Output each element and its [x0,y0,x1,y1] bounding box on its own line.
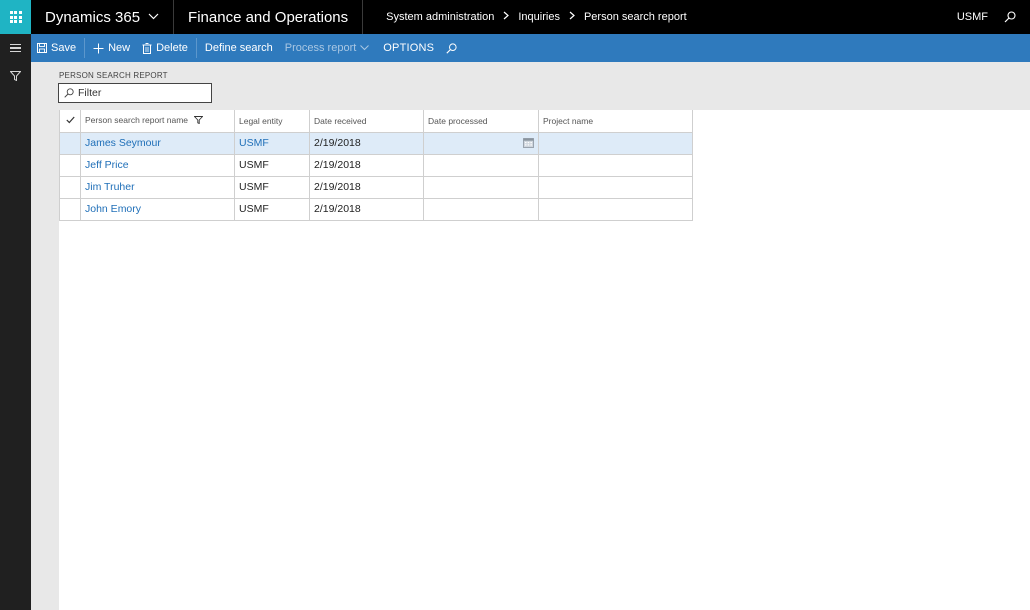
action-pane: Save New Delete Define search Process re… [31,34,1030,62]
app-name: Finance and Operations [174,0,364,34]
divider [84,38,86,58]
action-search-button[interactable] [440,34,463,62]
process-report-menu[interactable]: Process report [279,34,376,62]
trash-icon [142,42,152,54]
project-name-cell[interactable] [538,175,693,199]
select-all-checkbox[interactable] [59,110,81,133]
dynamics-365-menu[interactable]: Dynamics 365 [31,0,175,34]
left-margin [31,62,59,610]
chevron-down-icon [360,45,370,51]
date-received-cell[interactable]: 2/19/2018 [309,197,424,221]
table-row[interactable]: John Emory USMF 2/19/2018 [59,197,693,221]
legal-entity-cell[interactable]: USMF [234,175,310,199]
breadcrumb-item-system-administration[interactable]: System administration [386,11,494,23]
person-name-link[interactable]: John Emory [80,197,235,221]
person-name-link[interactable]: Jim Truher [80,175,235,199]
breadcrumb: System administration Inquiries Person s… [363,11,687,23]
project-name-cell[interactable] [538,153,693,177]
chevron-down-icon [148,11,159,23]
date-received-cell[interactable]: 2/19/2018 [309,175,424,199]
filter-icon[interactable] [0,62,31,90]
filter-input[interactable] [78,87,198,99]
top-nav-bar: Dynamics 365 Finance and Operations Syst… [0,0,1030,34]
legal-entity-link[interactable]: USMF [234,131,310,155]
table-row[interactable]: Jeff Price USMF 2/19/2018 [59,153,693,177]
new-button[interactable]: New [87,34,136,62]
save-button[interactable]: Save [31,34,82,62]
chevron-right-icon [569,11,575,23]
table-row[interactable]: Jim Truher USMF 2/19/2018 [59,175,693,199]
waffle-icon [9,11,22,23]
date-processed-field[interactable] [423,131,539,155]
column-header-legal-entity[interactable]: Legal entity [234,110,310,133]
row-select-checkbox[interactable] [59,131,81,155]
row-select-checkbox[interactable] [59,197,81,221]
divider [195,38,197,58]
date-processed-cell[interactable] [423,153,539,177]
process-report-label: Process report [284,42,357,54]
person-name-link[interactable]: James Seymour [80,131,235,155]
delete-button[interactable]: Delete [136,34,194,62]
save-icon [37,43,47,53]
project-name-cell[interactable] [538,197,693,221]
grid-header-row: Person search report name Legal entity D… [59,110,693,133]
date-processed-cell[interactable] [423,175,539,199]
breadcrumb-item-person-search-report: Person search report [583,11,687,23]
filter-field[interactable] [58,83,212,103]
person-name-link[interactable]: Jeff Price [80,153,235,177]
column-header-name[interactable]: Person search report name [80,110,235,133]
define-search-button[interactable]: Define search [199,34,279,62]
date-received-cell[interactable]: 2/19/2018 [309,131,424,155]
filter-icon[interactable] [193,116,204,126]
legal-entity-cell[interactable]: USMF [234,153,310,177]
plus-icon [93,43,104,54]
new-label: New [108,42,131,54]
search-icon [64,88,74,98]
options-tab[interactable]: OPTIONS [375,34,440,62]
search-icon [446,42,457,54]
column-header-label: Person search report name [85,115,188,126]
brand-label: Dynamics 365 [45,8,141,26]
row-select-checkbox[interactable] [59,153,81,177]
search-icon[interactable] [1004,11,1016,23]
column-header-date-processed[interactable]: Date processed [423,110,539,133]
delete-label: Delete [156,42,188,54]
column-header-project-name[interactable]: Project name [538,110,693,133]
date-processed-cell[interactable] [423,197,539,221]
hamburger-icon[interactable] [0,34,31,62]
top-right-area: USMF [957,11,1030,23]
navigation-rail [0,34,31,610]
app-launcher-button[interactable] [0,0,31,34]
legal-entity-cell[interactable]: USMF [234,197,310,221]
chevron-right-icon [503,11,510,23]
date-received-cell[interactable]: 2/19/2018 [309,153,424,177]
save-label: Save [51,42,77,54]
person-search-report-grid: Person search report name Legal entity D… [59,110,693,221]
row-select-checkbox[interactable] [59,175,81,199]
breadcrumb-item-inquiries[interactable]: Inquiries [518,11,560,23]
table-row[interactable]: James Seymour USMF 2/19/2018 [59,131,693,155]
company-picker[interactable]: USMF [957,11,988,23]
project-name-cell[interactable] [538,131,693,155]
checkmark-icon [65,116,75,124]
page-title: PERSON SEARCH REPORT [59,71,168,80]
calendar-icon[interactable] [523,137,534,151]
column-header-date-received[interactable]: Date received [309,110,424,133]
